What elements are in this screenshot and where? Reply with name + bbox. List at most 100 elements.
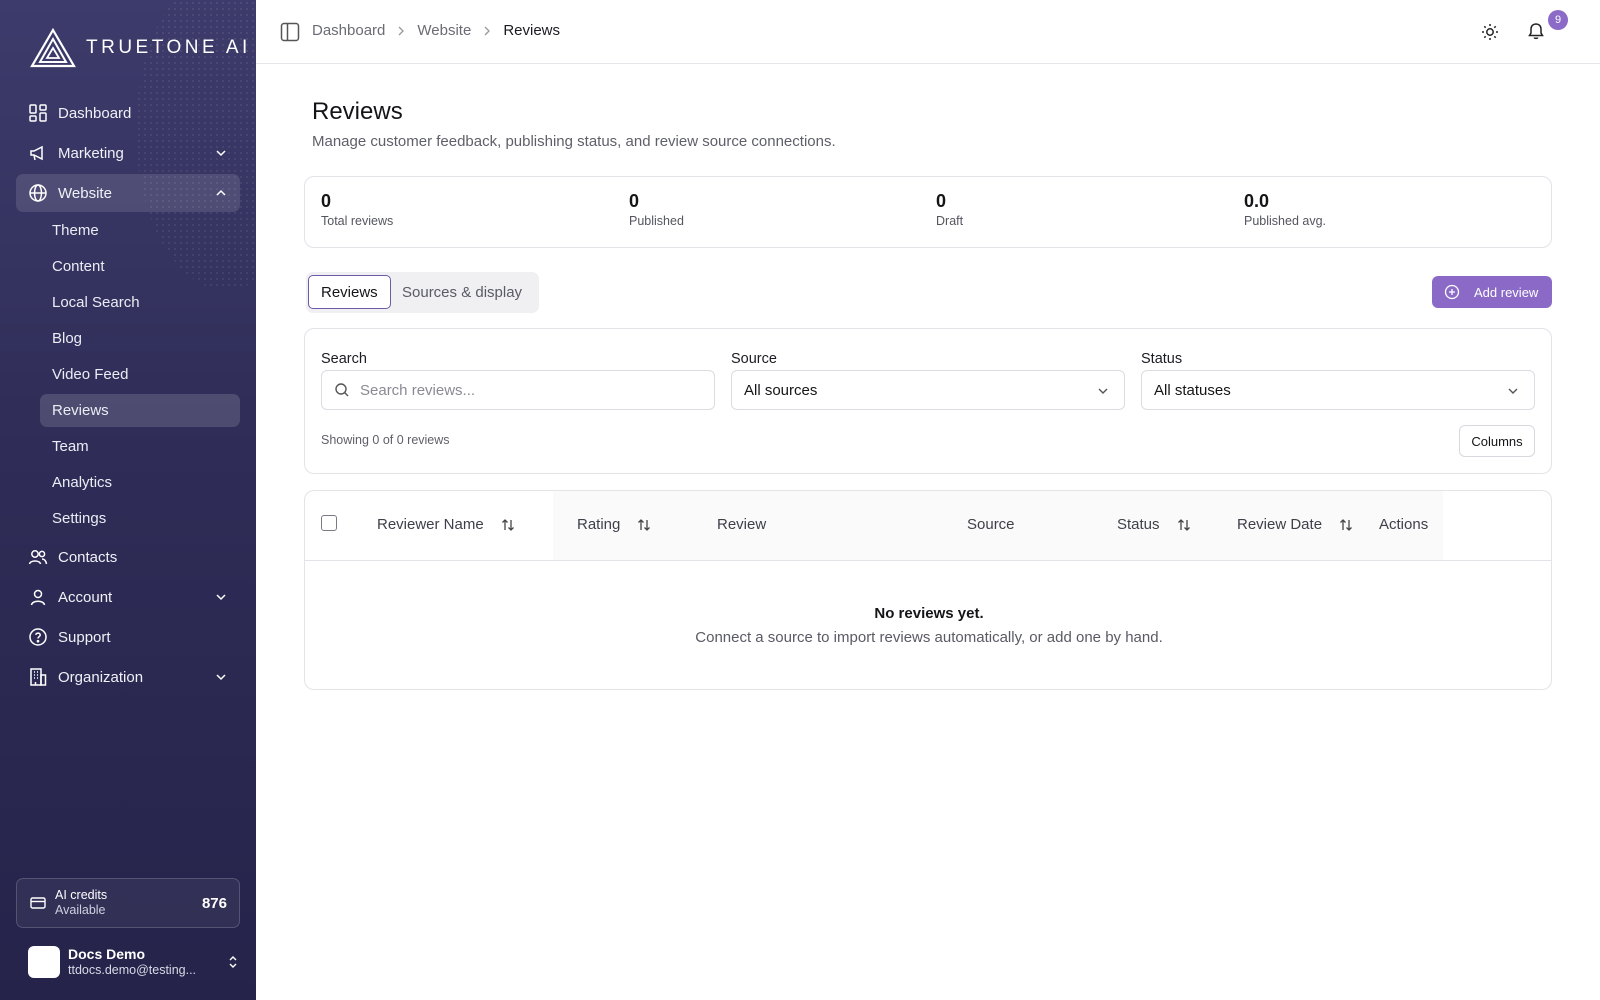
credits-subtitle: Available — [55, 903, 106, 917]
chevron-down-icon — [216, 594, 226, 601]
sidebar-subitem-local-search[interactable]: Local Search — [40, 286, 240, 319]
column-label: Source — [967, 516, 1015, 533]
credits-value: 876 — [201, 894, 227, 912]
col-review-date[interactable]: Review Date — [1237, 516, 1354, 533]
sidebar-subitem-settings[interactable]: Settings — [40, 502, 240, 535]
results-count: Showing 0 of 0 reviews — [321, 433, 450, 447]
search-input[interactable]: Search reviews... — [321, 370, 715, 410]
reviews-table: Reviewer Name Rating Review Source Statu… — [304, 490, 1552, 690]
stat-value: 0 — [321, 191, 332, 211]
sidebar-item-organization[interactable]: Organization — [16, 658, 240, 696]
sidebar-subitem-video-feed[interactable]: Video Feed — [40, 358, 240, 391]
stat-label: Published avg. — [1244, 214, 1327, 228]
sidebar-subitem-theme[interactable]: Theme — [40, 214, 240, 247]
megaphone-icon — [28, 143, 48, 163]
col-review: Review — [717, 516, 766, 533]
website-submenu: Theme Content Local Search Blog Video Fe… — [16, 214, 240, 535]
credits-text: AI credits Available — [55, 888, 107, 918]
sidebar-subitem-content[interactable]: Content — [40, 250, 240, 283]
breadcrumb-current: Reviews — [503, 22, 560, 39]
help-circle-icon — [28, 627, 48, 647]
sidebar-item-label: Account — [58, 588, 113, 606]
sidebar-subitem-analytics[interactable]: Analytics — [40, 466, 240, 499]
add-review-button[interactable]: Add review — [1432, 276, 1552, 308]
search-placeholder: Search reviews... — [360, 381, 476, 399]
stat-published: 0 Published — [629, 191, 684, 228]
sidebar-item-label: Organization — [58, 668, 144, 686]
status-value: All statuses — [1154, 381, 1231, 399]
stat-label: Published — [629, 214, 684, 228]
search-label: Search — [321, 351, 367, 367]
sidebar-item-label: Marketing — [58, 144, 124, 162]
empty-state-title: No reviews yet. — [874, 605, 984, 622]
breadcrumb-website[interactable]: Website — [417, 22, 471, 39]
logo[interactable]: TRUETONE AI — [30, 28, 251, 68]
stat-label: Draft — [936, 214, 964, 228]
sidebar-item-marketing[interactable]: Marketing — [16, 134, 240, 172]
source-select[interactable]: All sources — [731, 370, 1125, 410]
col-status[interactable]: Status — [1117, 516, 1192, 533]
sidebar-toggle-icon[interactable] — [280, 22, 300, 42]
sort-icon — [1340, 518, 1353, 531]
tabs: Reviews Sources & display — [306, 272, 539, 313]
stat-published-avg: 0.0 Published avg. — [1244, 191, 1326, 228]
stat-value: 0 — [936, 191, 947, 211]
columns-button[interactable]: Columns — [1459, 425, 1535, 457]
sort-icon — [1177, 518, 1190, 531]
sidebar-item-support[interactable]: Support — [16, 618, 240, 656]
filters-card: Search Search reviews... Source All sour… — [304, 328, 1552, 474]
user-name: Docs Demo — [68, 946, 146, 962]
sidebar-subitem-blog[interactable]: Blog — [40, 322, 240, 355]
sidebar-item-label: Contacts — [58, 548, 118, 566]
add-review-label: Add review — [1474, 284, 1539, 300]
stat-draft: 0 Draft — [936, 191, 963, 228]
plus-circle-icon — [1444, 284, 1460, 300]
sidebar-item-label: Dashboard — [58, 104, 132, 122]
sidebar-item-dashboard[interactable]: Dashboard — [16, 94, 240, 132]
col-source: Source — [967, 516, 1015, 533]
chevron-down-icon — [1508, 388, 1518, 394]
stat-label: Total reviews — [321, 214, 394, 228]
breadcrumb: Dashboard Website Reviews — [312, 22, 560, 39]
user-menu[interactable]: Docs Demo ttdocs.demo@testing... — [28, 942, 240, 982]
sidebar-item-contacts[interactable]: Contacts — [16, 538, 240, 576]
select-all-checkbox[interactable] — [321, 515, 337, 531]
chevron-up-down-icon — [229, 956, 237, 968]
page-subtitle: Manage customer feedback, publishing sta… — [312, 133, 836, 150]
sidebar-item-label: Support — [58, 628, 111, 646]
ai-credits-card[interactable]: AI credits Available 876 — [16, 878, 240, 928]
col-reviewer-name[interactable]: Reviewer Name — [377, 516, 516, 533]
empty-state-subtitle: Connect a source to import reviews autom… — [695, 629, 1163, 646]
col-rating[interactable]: Rating — [577, 516, 652, 533]
column-label: Reviewer Name — [377, 516, 484, 533]
user-info: Docs Demo ttdocs.demo@testing... — [68, 946, 196, 978]
chevron-down-icon — [216, 674, 226, 681]
credit-card-icon — [30, 897, 46, 909]
breadcrumb-dashboard[interactable]: Dashboard — [312, 22, 385, 39]
col-actions: Actions — [1379, 516, 1428, 533]
theme-toggle-sun-icon[interactable] — [1480, 22, 1500, 42]
building-icon — [28, 667, 48, 687]
sort-icon — [501, 518, 514, 531]
table-header: Reviewer Name Rating Review Source Statu… — [305, 491, 1551, 561]
tab-reviews[interactable]: Reviews — [308, 275, 391, 309]
sidebar: TRUETONE AI Dashboard Marketing Website … — [0, 0, 256, 1000]
stat-total-reviews: 0 Total reviews — [321, 191, 393, 228]
sidebar-item-account[interactable]: Account — [16, 578, 240, 616]
status-select[interactable]: All statuses — [1141, 370, 1535, 410]
bell-icon[interactable] — [1526, 21, 1546, 41]
chevron-down-icon — [1098, 388, 1108, 394]
column-label: Actions — [1379, 516, 1429, 533]
column-label: Status — [1117, 516, 1160, 533]
column-label: Review — [717, 516, 767, 533]
page-title: Reviews — [312, 98, 403, 125]
source-value: All sources — [744, 381, 818, 399]
users-icon — [28, 547, 48, 567]
status-label: Status — [1141, 351, 1183, 367]
tab-sources-display[interactable]: Sources & display — [390, 275, 534, 309]
stat-value: 0 — [629, 191, 640, 211]
sidebar-subitem-reviews[interactable]: Reviews — [40, 394, 240, 427]
sidebar-item-website[interactable]: Website — [16, 174, 240, 212]
chevron-right-icon — [396, 26, 406, 36]
sidebar-subitem-team[interactable]: Team — [40, 430, 240, 463]
